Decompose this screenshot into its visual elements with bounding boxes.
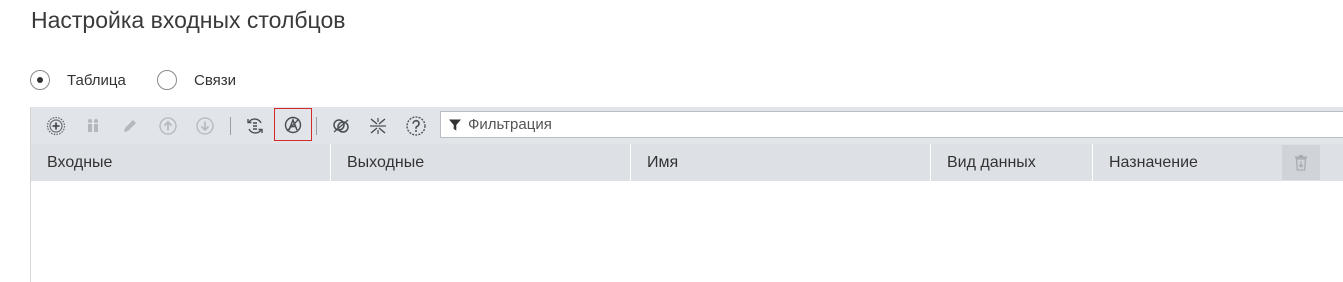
filter-funnel-icon bbox=[448, 118, 462, 132]
merge-icon bbox=[370, 118, 386, 134]
radio-links-label[interactable]: Связи bbox=[194, 72, 236, 89]
auto-map-icon bbox=[284, 116, 302, 133]
column-header-outputs[interactable]: Выходные bbox=[331, 144, 631, 181]
columns-panel: Входные Выходные Имя Вид данных Назначен… bbox=[30, 107, 1343, 282]
table-header: Входные Выходные Имя Вид данных Назначен… bbox=[31, 144, 1343, 181]
help-icon bbox=[406, 116, 426, 136]
move-down-button[interactable] bbox=[193, 114, 217, 138]
radio-table-label[interactable]: Таблица bbox=[67, 72, 126, 89]
move-down-icon bbox=[196, 117, 214, 135]
delete-button[interactable] bbox=[1282, 145, 1320, 180]
trash-icon bbox=[1295, 154, 1307, 171]
unlink-icon bbox=[333, 119, 349, 133]
radio-links[interactable]: Связи bbox=[157, 68, 236, 92]
column-header-name[interactable]: Имя bbox=[631, 144, 931, 181]
radio-selected-dot bbox=[37, 77, 43, 83]
refresh-columns-button[interactable] bbox=[243, 114, 267, 138]
radio-table-circle[interactable] bbox=[30, 70, 50, 90]
add-circle-icon bbox=[46, 116, 66, 136]
merge-button[interactable] bbox=[366, 114, 390, 138]
edit-button[interactable] bbox=[118, 114, 142, 138]
column-header-inputs[interactable]: Входные bbox=[31, 144, 331, 181]
auto-map-button[interactable] bbox=[274, 108, 312, 141]
toolbar bbox=[31, 107, 1343, 144]
column-header-data-type[interactable]: Вид данных bbox=[931, 144, 1093, 181]
radio-table[interactable]: Таблица bbox=[30, 68, 126, 92]
filter-input[interactable] bbox=[468, 116, 1328, 133]
duplicate-button[interactable] bbox=[81, 114, 105, 138]
duplicate-icon bbox=[88, 119, 98, 132]
filter-field[interactable] bbox=[440, 111, 1343, 138]
column-header-purpose[interactable]: Назначение bbox=[1093, 144, 1282, 181]
page-title: Настройка входных столбцов bbox=[31, 7, 346, 33]
unlink-button[interactable] bbox=[329, 114, 353, 138]
add-button[interactable] bbox=[44, 114, 68, 138]
refresh-columns-icon bbox=[247, 118, 263, 134]
help-button[interactable] bbox=[404, 114, 428, 138]
move-up-button[interactable] bbox=[156, 114, 180, 138]
edit-pencil-icon bbox=[124, 120, 136, 132]
move-up-icon bbox=[159, 117, 177, 135]
table-body bbox=[31, 181, 1343, 282]
toolbar-separator bbox=[316, 117, 317, 135]
radio-links-circle[interactable] bbox=[157, 70, 177, 90]
toolbar-separator bbox=[230, 117, 231, 135]
